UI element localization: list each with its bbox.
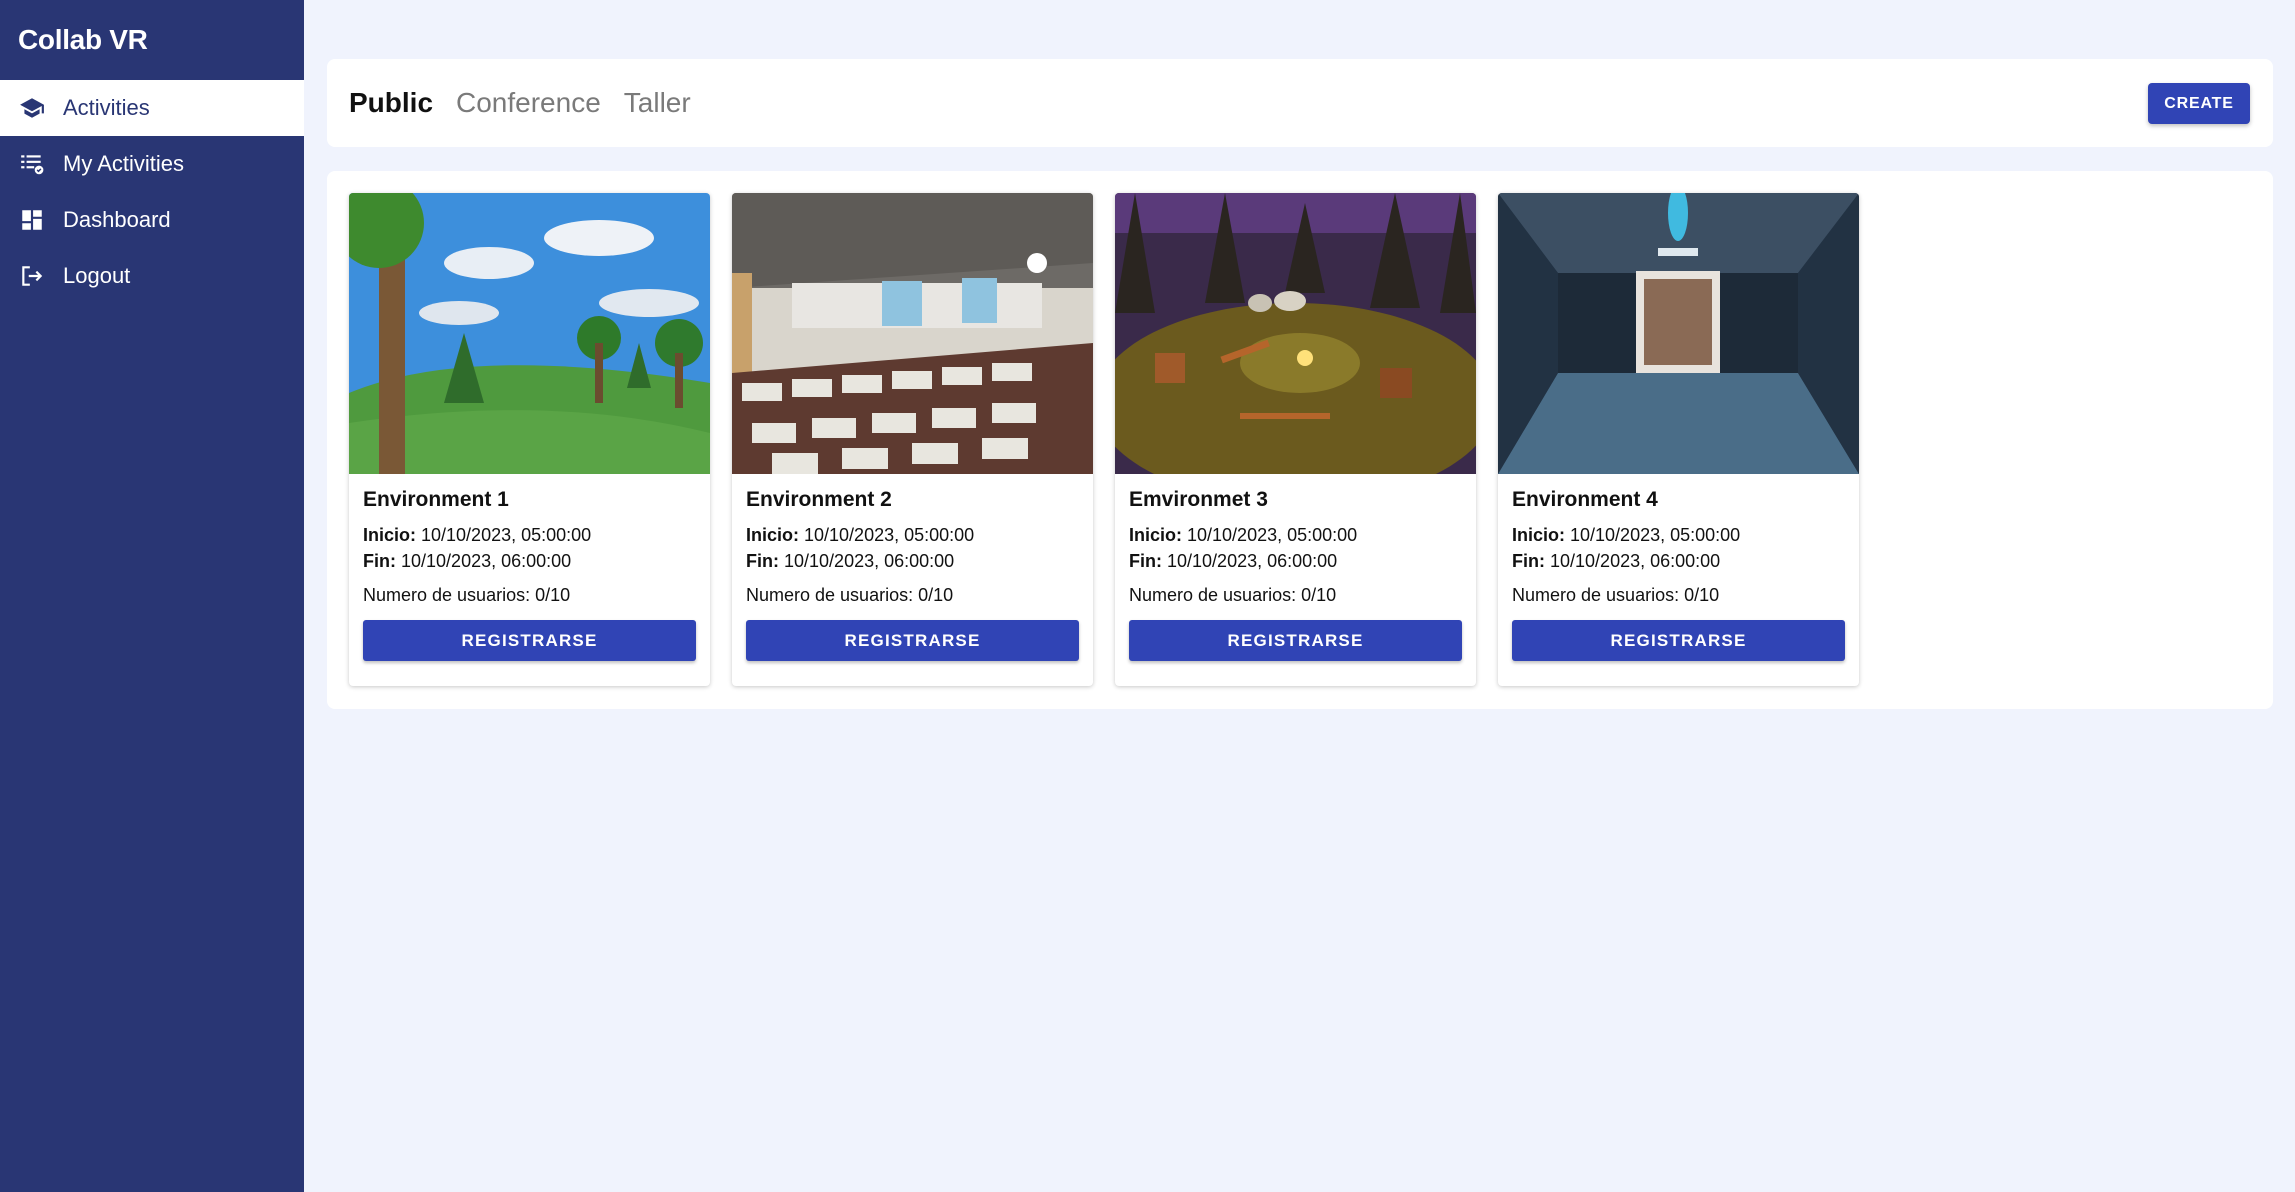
activity-card: Environment 1 Inicio: 10/10/2023, 05:00:… (349, 193, 710, 686)
environment-thumbnail (1498, 193, 1859, 474)
activity-card: Environment 4 Inicio: 10/10/2023, 05:00:… (1498, 193, 1859, 686)
sidebar-item-logout[interactable]: Logout (0, 248, 304, 304)
card-users-count: Numero de usuarios: 0/10 (1129, 585, 1337, 605)
fin-value: 10/10/2023, 06:00:00 (784, 551, 955, 571)
card-title: Environment 1 (363, 488, 509, 511)
card-title: Environment 2 (746, 488, 892, 511)
sidebar-item-dashboard[interactable]: Dashboard (0, 192, 304, 248)
sidebar-item-activities[interactable]: Activities (0, 80, 304, 136)
environment-thumbnail (349, 193, 710, 474)
fin-label: Fin: (1512, 551, 1545, 571)
environment-thumbnail (1115, 193, 1476, 474)
tab-public[interactable]: Public (349, 87, 433, 119)
inicio-label: Inicio: (1129, 525, 1182, 545)
sidebar-item-label: Logout (63, 263, 131, 288)
graduation-cap-icon (18, 94, 46, 122)
app-title: Collab VR (18, 24, 148, 55)
card-users-count: Numero de usuarios: 0/10 (1512, 585, 1720, 605)
logout-icon (18, 262, 46, 290)
activity-card: Environment 2 Inicio: 10/10/2023, 05:00:… (732, 193, 1093, 686)
register-button[interactable]: REGISTRARSE (363, 620, 696, 661)
tab-conference[interactable]: Conference (456, 87, 601, 119)
tab-taller[interactable]: Taller (624, 87, 691, 119)
card-title: Environment 4 (1512, 488, 1658, 511)
sidebar-item-my-activities[interactable]: My Activities (0, 136, 304, 192)
card-end-date: Fin: 10/10/2023, 06:00:00 (1129, 548, 1462, 574)
card-start-date: Inicio: 10/10/2023, 05:00:00 (1512, 522, 1845, 548)
card-end-date: Fin: 10/10/2023, 06:00:00 (363, 548, 696, 574)
card-users-count: Numero de usuarios: 0/10 (746, 585, 954, 605)
register-button[interactable]: REGISTRARSE (1512, 620, 1845, 661)
inicio-label: Inicio: (1512, 525, 1565, 545)
fin-value: 10/10/2023, 06:00:00 (401, 551, 572, 571)
fin-label: Fin: (1129, 551, 1162, 571)
fin-value: 10/10/2023, 06:00:00 (1167, 551, 1338, 571)
sidebar-item-label: My Activities (63, 151, 185, 176)
fin-label: Fin: (363, 551, 396, 571)
fin-value: 10/10/2023, 06:00:00 (1550, 551, 1721, 571)
inicio-value: 10/10/2023, 05:00:00 (804, 525, 975, 545)
inicio-value: 10/10/2023, 05:00:00 (1187, 525, 1358, 545)
card-users-count: Numero de usuarios: 0/10 (363, 585, 571, 605)
card-start-date: Inicio: 10/10/2023, 05:00:00 (363, 522, 696, 548)
inicio-value: 10/10/2023, 05:00:00 (421, 525, 592, 545)
inicio-value: 10/10/2023, 05:00:00 (1570, 525, 1741, 545)
fin-label: Fin: (746, 551, 779, 571)
card-end-date: Fin: 10/10/2023, 06:00:00 (1512, 548, 1845, 574)
checklist-icon (18, 150, 46, 178)
tabs-bar: Public Conference Taller CREATE (327, 59, 2273, 147)
sidebar: Collab VR Activities My Activities Dashb… (0, 0, 304, 1192)
sidebar-item-label: Dashboard (63, 207, 171, 232)
activities-panel: Environment 1 Inicio: 10/10/2023, 05:00:… (327, 171, 2273, 709)
sidebar-item-label: Activities (63, 95, 150, 120)
activity-card: Emvironmet 3 Inicio: 10/10/2023, 05:00:0… (1115, 193, 1476, 686)
create-button[interactable]: CREATE (2148, 83, 2250, 124)
card-start-date: Inicio: 10/10/2023, 05:00:00 (746, 522, 1079, 548)
environment-thumbnail (732, 193, 1093, 474)
inicio-label: Inicio: (746, 525, 799, 545)
register-button[interactable]: REGISTRARSE (746, 620, 1079, 661)
dashboard-icon (18, 206, 46, 234)
register-button[interactable]: REGISTRARSE (1129, 620, 1462, 661)
card-end-date: Fin: 10/10/2023, 06:00:00 (746, 548, 1079, 574)
card-start-date: Inicio: 10/10/2023, 05:00:00 (1129, 522, 1462, 548)
card-title: Emvironmet 3 (1129, 488, 1268, 511)
inicio-label: Inicio: (363, 525, 416, 545)
